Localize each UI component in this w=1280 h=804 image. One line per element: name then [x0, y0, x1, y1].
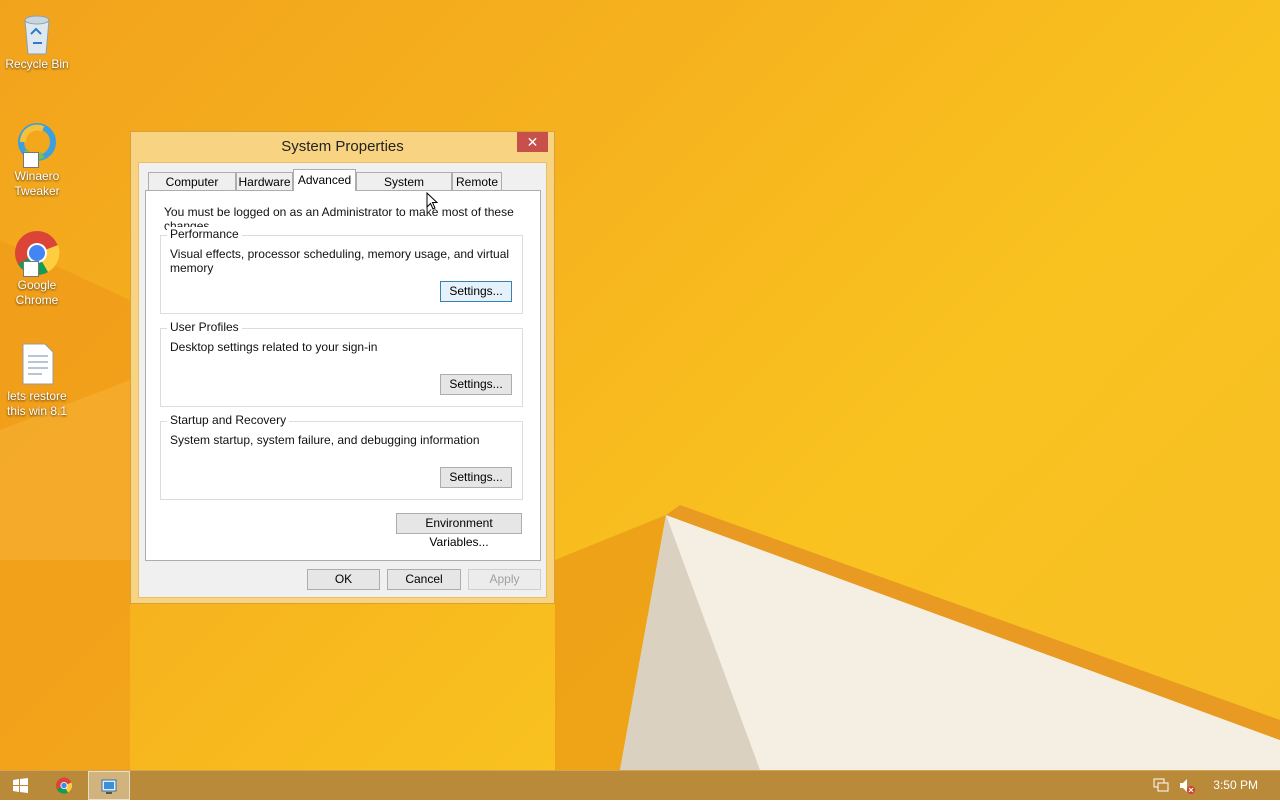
start-button[interactable] [0, 771, 40, 800]
desktop-icon-google-chrome[interactable]: Google Chrome [2, 229, 72, 308]
chrome-icon [56, 777, 73, 794]
text-file-icon [13, 340, 61, 388]
performance-group: Performance Visual effects, processor sc… [160, 227, 523, 314]
close-button[interactable]: ✕ [517, 132, 548, 152]
recycle-bin-icon [13, 8, 61, 56]
volume-muted-tray-icon[interactable] [1176, 771, 1198, 800]
desktop-icon-label: Recycle Bin [5, 57, 69, 71]
taskbar-clock[interactable]: 3:50 PM [1213, 778, 1258, 792]
group-description: System startup, system failure, and debu… [170, 433, 480, 447]
shortcut-arrow-icon [23, 152, 39, 168]
ok-button[interactable]: OK [307, 569, 380, 590]
tab-system-protection[interactable]: System Protection [356, 172, 452, 207]
dialog-client-area: Computer Name Hardware Advanced System P… [138, 162, 547, 598]
shortcut-arrow-icon [23, 261, 39, 277]
system-properties-dialog: System Properties ✕ Computer Name Hardwa… [130, 131, 555, 604]
tab-advanced[interactable]: Advanced [293, 169, 356, 191]
desktop-icon-label: Winaero Tweaker [14, 169, 60, 198]
dialog-title: System Properties [281, 138, 404, 155]
tab-hardware[interactable]: Hardware [236, 172, 293, 190]
windows-logo-icon [13, 778, 28, 793]
close-icon: ✕ [526, 134, 539, 150]
cancel-button[interactable]: Cancel [387, 569, 461, 590]
apply-button[interactable]: Apply [468, 569, 541, 590]
network-tray-icon[interactable] [1150, 771, 1172, 800]
advanced-tab-panel: You must be logged on as an Administrato… [145, 190, 541, 561]
startup-recovery-group: Startup and Recovery System startup, sys… [160, 413, 523, 500]
system-properties-taskbar-button[interactable] [88, 771, 130, 800]
startup-recovery-settings-button[interactable]: Settings... [440, 467, 512, 488]
desktop-icon-label: lets restore this win 8.1 [6, 389, 68, 418]
user-profiles-group: User Profiles Desktop settings related t… [160, 320, 523, 407]
group-title: Startup and Recovery [167, 413, 290, 427]
performance-settings-button[interactable]: Settings... [440, 281, 512, 302]
winaero-tweaker-icon [13, 120, 61, 168]
group-description: Desktop settings related to your sign-in [170, 340, 378, 354]
system-properties-icon [101, 779, 117, 794]
group-title: User Profiles [167, 320, 242, 334]
desktop-icon-recycle-bin[interactable]: Recycle Bin [2, 8, 72, 72]
mouse-cursor-icon [426, 192, 439, 210]
taskbar: 3:50 PM [0, 770, 1280, 800]
tab-computer-name[interactable]: Computer Name [148, 172, 236, 207]
desktop-icon-winaero-tweaker[interactable]: Winaero Tweaker [2, 120, 72, 199]
user-profiles-settings-button[interactable]: Settings... [440, 374, 512, 395]
group-description: Visual effects, processor scheduling, me… [170, 247, 510, 275]
chrome-taskbar-button[interactable] [44, 771, 84, 800]
desktop: Recycle Bin Winaero Tweaker Google Chrom… [0, 0, 1280, 770]
tab-remote[interactable]: Remote [452, 172, 502, 190]
desktop-icon-label: Google Chrome [15, 278, 59, 307]
chrome-icon [13, 229, 61, 277]
environment-variables-button[interactable]: Environment Variables... [396, 513, 522, 549]
group-title: Performance [167, 227, 242, 241]
desktop-icon-text-file[interactable]: lets restore this win 8.1 [2, 340, 72, 419]
